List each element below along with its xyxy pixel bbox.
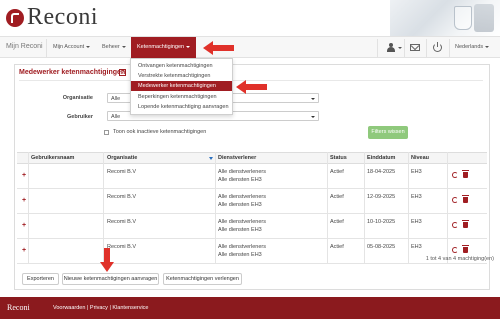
trash-icon[interactable] bbox=[462, 195, 469, 203]
col-organisatie[interactable]: Organisatie bbox=[107, 152, 137, 164]
header-image-glass bbox=[454, 6, 472, 30]
renew-icon[interactable] bbox=[452, 247, 458, 253]
arrow-left-icon bbox=[203, 41, 234, 55]
col-dienstverlener[interactable]: Dienstverlener bbox=[218, 152, 256, 164]
nav-beheer[interactable]: Beheer bbox=[102, 44, 126, 50]
mail-icon[interactable] bbox=[410, 44, 420, 51]
sort-desc-icon[interactable] bbox=[209, 157, 213, 160]
cell-organisatie: Recomi B.V bbox=[107, 194, 137, 200]
cell-dienstverlener: Alle dienstverleners bbox=[218, 244, 266, 250]
renew-icon[interactable] bbox=[452, 222, 458, 228]
trash-icon[interactable] bbox=[462, 220, 469, 228]
chevron-down-icon bbox=[121, 45, 126, 48]
cell-niveau: EH3 bbox=[411, 244, 422, 250]
arrow-left-icon bbox=[236, 80, 267, 94]
ketenmachtigingen-dropdown: Ontvangen ketenmachtigingen Verstrekte k… bbox=[130, 58, 233, 115]
cell-status: Actief bbox=[330, 169, 344, 175]
renew-icon[interactable] bbox=[452, 172, 458, 178]
cell-einddatum: 10-10-2025 bbox=[367, 219, 396, 225]
extend-button[interactable]: Ketenmachtigingen verlengen bbox=[163, 273, 242, 285]
user-icon[interactable] bbox=[386, 43, 396, 52]
cell-dienstverlener: Alle dienstverleners bbox=[218, 219, 266, 225]
menu-item-ontvangen[interactable]: Ontvangen ketenmachtigingen bbox=[131, 61, 232, 71]
table-row: + Recomi B.V Alle dienstverleners Alle d… bbox=[17, 189, 487, 214]
renew-icon[interactable] bbox=[452, 197, 458, 203]
logo-text: Reconi bbox=[27, 4, 98, 30]
nav-mijn-account[interactable]: Mijn Account bbox=[53, 44, 91, 50]
help-icon[interactable]: ? bbox=[119, 69, 126, 76]
cell-einddatum: 12-09-2025 bbox=[367, 194, 396, 200]
cell-dienst: Alle diensten EH3 bbox=[218, 202, 262, 208]
nav-divider bbox=[404, 39, 405, 57]
inactive-checkbox[interactable] bbox=[104, 130, 109, 135]
power-icon[interactable] bbox=[433, 42, 442, 52]
cell-dienstverlener: Alle dienstverleners bbox=[218, 194, 266, 200]
export-button[interactable]: Exporteren bbox=[22, 273, 59, 285]
cell-dienst: Alle diensten EH3 bbox=[218, 252, 262, 258]
col-niveau[interactable]: Niveau bbox=[411, 152, 429, 164]
reconi-logo-icon bbox=[6, 9, 24, 27]
plus-icon[interactable]: + bbox=[22, 222, 26, 229]
nav-divider bbox=[426, 39, 427, 57]
menu-item-beperkingen[interactable]: Beperkingen ketenmachtigingen bbox=[131, 92, 232, 102]
chevron-down-icon bbox=[485, 45, 490, 48]
chevron-down-icon bbox=[186, 45, 191, 48]
organisatie-label: Organisatie bbox=[62, 95, 93, 101]
trash-icon[interactable] bbox=[462, 245, 469, 253]
cell-dienstverlener: Alle dienstverleners bbox=[218, 169, 266, 175]
new-request-button[interactable]: Nieuwe ketenmachtigingen aanvragen bbox=[62, 273, 159, 285]
footer-links[interactable]: Voorwaarden | Privacy | Klantenservice bbox=[53, 305, 149, 311]
plus-icon[interactable]: + bbox=[22, 197, 26, 204]
cell-niveau: EH3 bbox=[411, 169, 422, 175]
cell-organisatie: Recomi B.V bbox=[107, 219, 137, 225]
col-gebruikersnaam[interactable]: Gebruikersnaam bbox=[31, 152, 74, 164]
trash-icon[interactable] bbox=[462, 170, 469, 178]
table-row: + Recomi B.V Alle dienstverleners Alle d… bbox=[17, 214, 487, 239]
footer: Reconi Voorwaarden | Privacy | Klantense… bbox=[0, 297, 500, 319]
nav-divider bbox=[449, 39, 450, 57]
footer-logo: Reconi bbox=[7, 303, 30, 312]
cell-dienst: Alle diensten EH3 bbox=[218, 177, 262, 183]
chevron-down-icon bbox=[311, 98, 315, 100]
menu-item-lopende[interactable]: Lopende ketenmachtiging aanvragen bbox=[131, 102, 232, 112]
clear-filters-button[interactable]: Filters wissen bbox=[368, 126, 408, 139]
language-selector[interactable]: Nederlands bbox=[455, 44, 490, 50]
nav-divider bbox=[46, 39, 47, 57]
inactive-checkbox-label: Toon ook inactieve ketenmachtigingen bbox=[113, 129, 207, 135]
cell-organisatie: Recomi B.V bbox=[107, 169, 137, 175]
header-image-object bbox=[474, 4, 494, 32]
cell-status: Actief bbox=[330, 244, 344, 250]
header-image bbox=[390, 0, 500, 36]
plus-icon[interactable]: + bbox=[22, 247, 26, 254]
chevron-down-icon bbox=[86, 45, 91, 48]
col-status[interactable]: Status bbox=[330, 152, 347, 164]
chevron-down-icon bbox=[311, 116, 315, 118]
arrow-down-icon bbox=[100, 248, 114, 272]
table-row: + Recomi B.V Alle dienstverleners Alle d… bbox=[17, 164, 487, 189]
cell-status: Actief bbox=[330, 219, 344, 225]
nav-ketenmachtigingen[interactable]: Ketenmachtigingen bbox=[131, 37, 196, 58]
cell-niveau: EH3 bbox=[411, 194, 422, 200]
cell-einddatum: 05-08-2025 bbox=[367, 244, 396, 250]
cell-status: Actief bbox=[330, 194, 344, 200]
nav-divider bbox=[377, 39, 378, 57]
cell-dienst: Alle diensten EH3 bbox=[218, 227, 262, 233]
menu-item-medewerker[interactable]: Medewerker ketenmachtigingen bbox=[131, 81, 232, 91]
gebruiker-label: Gebruiker bbox=[67, 114, 93, 120]
logo-header: Reconi bbox=[0, 0, 500, 36]
plus-icon[interactable]: + bbox=[22, 172, 26, 179]
result-count: 1 tot 4 van 4 machtiging(en) bbox=[425, 256, 494, 262]
navbar: Mijn Reconi Mijn Account Beheer Ketenmac… bbox=[0, 36, 500, 58]
cell-einddatum: 18-04-2025 bbox=[367, 169, 396, 175]
col-einddatum[interactable]: Einddatum bbox=[367, 152, 395, 164]
cell-niveau: EH3 bbox=[411, 219, 422, 225]
chevron-down-icon bbox=[398, 47, 402, 49]
table-row: + Recomi B.V Alle dienstverleners Alle d… bbox=[17, 239, 487, 264]
brand-link[interactable]: Mijn Reconi bbox=[6, 43, 43, 50]
menu-item-verstrekte[interactable]: Verstrekte ketenmachtigingen bbox=[131, 71, 232, 81]
page-title: Medewerker ketenmachtigingen bbox=[19, 69, 126, 76]
